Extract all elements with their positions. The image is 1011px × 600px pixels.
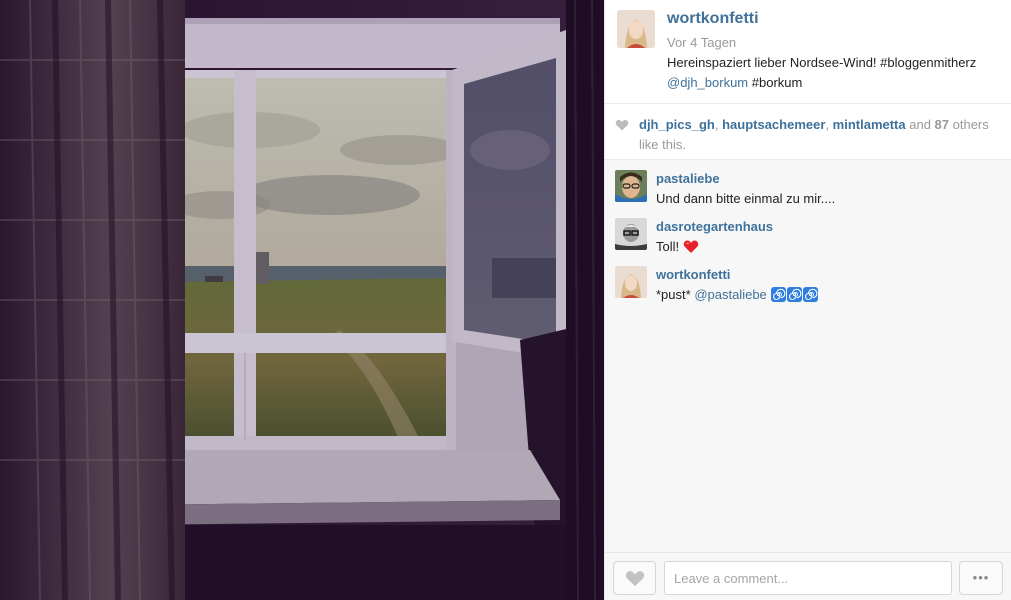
cyclone-emoji-icon (803, 287, 819, 302)
comment-text: *pust* @pastaliebe (656, 287, 819, 302)
comment-item: wortkonfetti *pust* @pastaliebe (605, 256, 1011, 302)
commenter-avatar[interactable] (615, 266, 647, 298)
commenter-avatar-image (615, 266, 647, 298)
photo-window-scene (0, 0, 604, 600)
comment-input[interactable] (664, 561, 952, 595)
author-avatar-image (617, 10, 655, 48)
more-icon: ••• (972, 570, 990, 585)
cyclone-emoji-icon (787, 287, 803, 302)
likes-separator: , (825, 117, 833, 132)
comment-item: dasrotegartenhaus Toll! (605, 208, 1011, 254)
likes-separator: , (714, 117, 723, 132)
author-avatar[interactable] (617, 10, 655, 48)
cyclone-emoji-icon (771, 287, 787, 302)
caption-hashtag[interactable]: #borkum (752, 75, 803, 90)
commenter-avatar-image (615, 170, 647, 202)
commenter-avatar[interactable] (615, 170, 647, 202)
comment-username[interactable]: pastaliebe (656, 171, 720, 186)
instagram-post-view: wortkonfetti Vor 4 Tagen Hereinspaziert … (0, 0, 1011, 600)
comment-mention[interactable]: @pastaliebe (694, 287, 766, 302)
heart-icon (615, 119, 629, 131)
post-caption: Hereinspaziert lieber Nordsee-Wind! #blo… (667, 53, 1002, 93)
post-sidebar: wortkonfetti Vor 4 Tagen Hereinspaziert … (604, 0, 1011, 600)
heart-icon (625, 571, 645, 586)
post-photo[interactable] (0, 0, 604, 600)
commenter-avatar-image (615, 218, 647, 250)
more-options-button[interactable]: ••• (959, 561, 1003, 595)
likes-count[interactable]: 87 (935, 117, 949, 132)
author-username[interactable]: wortkonfetti (667, 10, 759, 28)
likes-and: and (905, 117, 935, 132)
liker-link[interactable]: mintlametta (833, 117, 906, 132)
comment-text: Und dann bitte einmal zu mir.... (656, 191, 836, 206)
liker-link[interactable]: hauptsachemeer (722, 117, 825, 132)
comments-list: pastaliebe Und dann bitte einmal zu mir.… (605, 160, 1011, 552)
caption-mention[interactable]: @djh_borkum (667, 75, 748, 90)
likes-text: djh_pics_gh, hauptsachemeer, mintlametta… (639, 115, 999, 155)
comment-username[interactable]: dasrotegartenhaus (656, 219, 773, 234)
commenter-avatar[interactable] (615, 218, 647, 250)
like-button[interactable] (613, 561, 656, 595)
comment-text-content: *pust* (656, 287, 695, 302)
liker-link[interactable]: djh_pics_gh (639, 117, 715, 132)
likes-summary: djh_pics_gh, hauptsachemeer, mintlametta… (605, 104, 1011, 160)
comment-footer: ••• (605, 552, 1011, 600)
heart-emoji-icon (683, 240, 699, 253)
comment-item: pastaliebe Und dann bitte einmal zu mir.… (605, 160, 1011, 206)
caption-text: Hereinspaziert lieber Nordsee-Wind! #blo… (667, 55, 977, 70)
comment-text: Toll! (656, 239, 699, 254)
comment-username[interactable]: wortkonfetti (656, 267, 730, 282)
post-timestamp[interactable]: Vor 4 Tagen (667, 35, 736, 50)
comment-text-content: Toll! (656, 239, 683, 254)
post-header: wortkonfetti Vor 4 Tagen Hereinspaziert … (605, 0, 1011, 104)
